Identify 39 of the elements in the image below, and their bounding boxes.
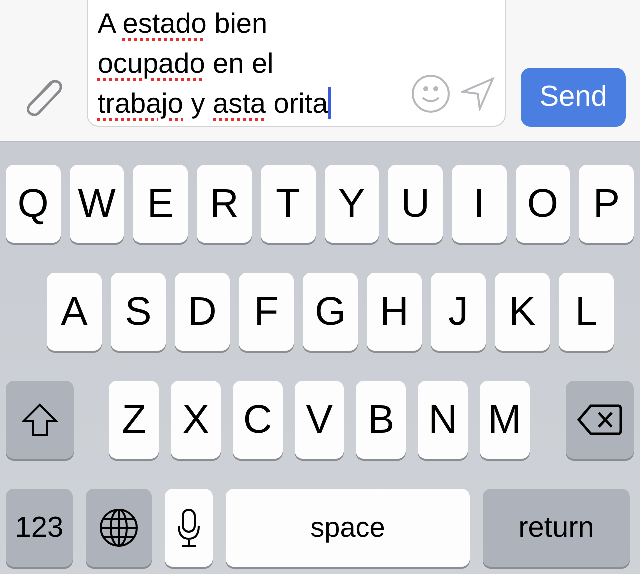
letter-key[interactable]: H (367, 273, 422, 351)
letter-key[interactable]: W (70, 165, 124, 243)
letter-key[interactable]: V (294, 381, 344, 459)
dictation-key[interactable] (165, 489, 213, 567)
globe-icon (99, 508, 139, 548)
letter-key[interactable]: G (303, 273, 358, 351)
globe-key[interactable] (86, 489, 152, 567)
letter-key[interactable]: S (111, 273, 166, 351)
backspace-icon (577, 404, 624, 436)
space-key[interactable]: space (226, 489, 470, 567)
letter-key[interactable]: Y (324, 165, 380, 243)
send-button[interactable]: Send (521, 68, 626, 127)
numbers-key[interactable]: 123 (6, 489, 73, 567)
letter-key[interactable]: N (418, 381, 468, 459)
microphone-icon (177, 508, 201, 548)
letter-key[interactable]: Z (109, 381, 160, 459)
letter-key[interactable]: B (356, 381, 406, 459)
letter-key[interactable]: F (239, 273, 294, 351)
letter-key[interactable]: P (579, 165, 634, 243)
text-cursor (328, 87, 332, 119)
letter-key[interactable]: L (559, 273, 614, 351)
letter-key[interactable]: R (197, 165, 252, 243)
shift-key[interactable] (6, 381, 74, 459)
letter-key[interactable]: I (452, 165, 507, 243)
letter-key[interactable]: J (431, 273, 486, 351)
delete-key[interactable] (566, 381, 634, 459)
letter-key[interactable]: K (495, 273, 550, 351)
letter-key[interactable]: E (133, 165, 188, 243)
letter-key[interactable]: X (171, 381, 221, 459)
letter-key[interactable]: T (260, 165, 316, 243)
letter-key[interactable]: M (480, 381, 530, 459)
letter-key[interactable]: Q (6, 165, 61, 243)
letter-key[interactable]: O (516, 165, 570, 243)
letter-key[interactable]: C (232, 381, 283, 459)
return-key[interactable]: return (483, 489, 630, 567)
shift-icon (22, 403, 58, 437)
letter-key[interactable]: U (388, 165, 443, 243)
letter-key[interactable]: A (47, 273, 102, 351)
letter-key[interactable]: D (175, 273, 230, 351)
